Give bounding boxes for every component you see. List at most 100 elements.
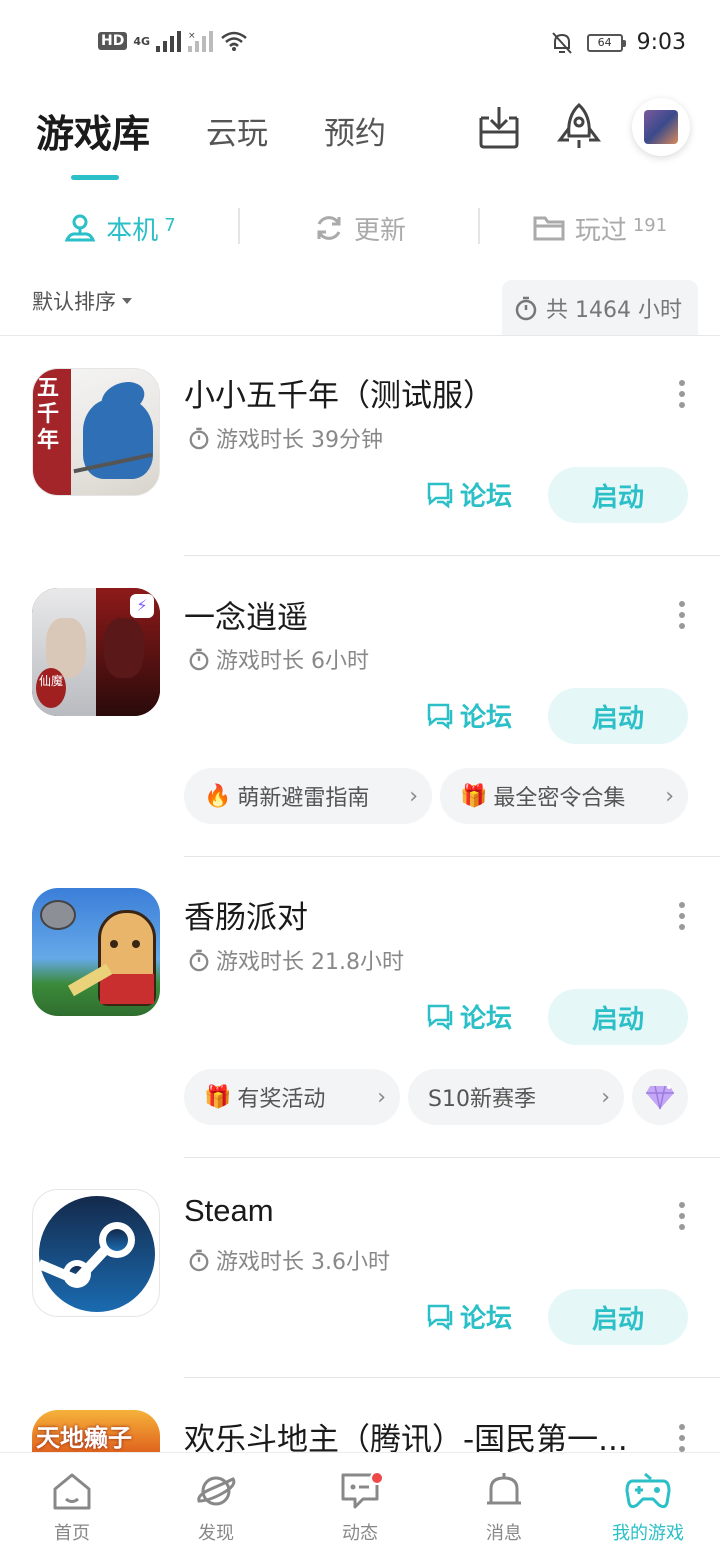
network-type: 4G (133, 34, 151, 48)
chevron-right-icon: › (409, 783, 418, 809)
divider (184, 1377, 720, 1378)
subtab-local-count: 7 (164, 214, 176, 236)
gem-button[interactable] (632, 1069, 688, 1125)
subtab-played-count: 191 (632, 214, 668, 236)
fire-icon: 🔥 (204, 783, 232, 809)
timer-icon (189, 427, 209, 450)
game-title: Steam (184, 1193, 274, 1228)
chevron-right-icon: › (601, 1084, 610, 1110)
subtab-played[interactable]: 玩过 191 (480, 200, 720, 256)
forum-label: 论坛 (460, 1304, 513, 1334)
planet-icon (197, 1476, 236, 1506)
nav-home-label: 首页 (54, 1523, 90, 1544)
status-bar: HD 4G × 64 9:03 (0, 0, 720, 90)
divider (184, 856, 720, 857)
launch-button[interactable]: 启动 (548, 1289, 688, 1345)
total-playtime-text: 共 1464 小时 (546, 298, 682, 323)
sort-dropdown[interactable]: 默认排序 (32, 286, 132, 316)
tab-reservations[interactable]: 预约 (324, 108, 386, 153)
timer-icon (189, 1249, 209, 1272)
status-right: 64 9:03 (551, 30, 686, 55)
launch-button[interactable]: 启动 (548, 989, 688, 1045)
forum-icon (427, 703, 453, 730)
gem-icon (646, 1085, 674, 1110)
avatar-image (644, 110, 678, 144)
game-icon (32, 888, 160, 1016)
game-playtime-text: 游戏时长 6小时 (216, 649, 369, 674)
gamepad-icon (625, 1472, 671, 1509)
forum-icon (427, 1304, 453, 1331)
nav-discover-label: 发现 (198, 1523, 234, 1544)
launch-button[interactable]: 启动 (548, 688, 688, 744)
game-icon: 仙魔 ⚡ (32, 588, 160, 716)
subtab-update[interactable]: 更新 (240, 200, 480, 256)
more-options-icon[interactable] (676, 1424, 688, 1452)
tab-game-library[interactable]: 游戏库 (36, 103, 150, 180)
timer-icon (515, 296, 537, 321)
game-playtime: 游戏时长 39分钟 (188, 422, 383, 454)
game-playtime-text: 游戏时长 3.6小时 (216, 1250, 390, 1275)
accelerator-button[interactable] (552, 100, 606, 154)
gift-icon: 🎁 (204, 1084, 232, 1110)
steam-logo-icon (37, 1196, 155, 1312)
refresh-icon (317, 216, 341, 240)
launch-button[interactable]: 启动 (548, 467, 688, 523)
divider (184, 1157, 720, 1158)
rocket-icon (557, 102, 601, 148)
codes-chip[interactable]: 🎁 最全密令合集 › (440, 768, 688, 824)
forum-icon (427, 482, 453, 509)
hd-icon: HD (98, 32, 128, 50)
forum-button[interactable]: 论坛 (426, 998, 512, 1035)
avatar[interactable] (632, 98, 690, 156)
more-options-icon[interactable] (676, 1202, 688, 1230)
bottom-nav: 首页 发现 动态 消息 我的游戏 (0, 1452, 720, 1560)
game-icon: 五千年 (32, 368, 160, 496)
battery-icon: 64 (586, 33, 626, 52)
chip-label: 最全密令合集 (493, 786, 626, 811)
divider (0, 335, 720, 336)
game-playtime-text: 游戏时长 39分钟 (216, 428, 383, 453)
nav-messages-label: 消息 (486, 1523, 522, 1544)
notification-dot (370, 1471, 384, 1485)
folder-icon (533, 216, 565, 241)
game-playtime: 游戏时长 21.8小时 (188, 944, 404, 976)
more-options-icon[interactable] (676, 902, 688, 930)
forum-button[interactable]: 论坛 (426, 697, 512, 734)
game-title: 一念逍遥 (184, 600, 308, 636)
clock: 9:03 (636, 30, 686, 55)
total-playtime: 共 1464 小时 (502, 280, 698, 336)
more-options-icon[interactable] (676, 380, 688, 408)
sort-label: 默认排序 (32, 290, 116, 314)
nav-discover[interactable]: 发现 (144, 1453, 288, 1560)
forum-icon (427, 1004, 453, 1031)
nav-my-games[interactable]: 我的游戏 (576, 1453, 720, 1560)
divider (184, 555, 720, 556)
tab-cloud-play[interactable]: 云玩 (206, 108, 268, 153)
subtab-local[interactable]: 本机 7 (0, 200, 240, 256)
nav-messages[interactable]: 消息 (432, 1453, 576, 1560)
game-icon: 天地癞子 (32, 1410, 160, 1452)
nav-feed[interactable]: 动态 (288, 1453, 432, 1560)
more-options-icon[interactable] (676, 601, 688, 629)
event-chip[interactable]: 🎁 有奖活动 › (184, 1069, 400, 1125)
chevron-right-icon: › (377, 1084, 386, 1110)
guide-chip[interactable]: 🔥 萌新避雷指南 › (184, 768, 432, 824)
subtab-divider (238, 208, 240, 244)
forum-button[interactable]: 论坛 (426, 476, 512, 513)
game-playtime-text: 游戏时长 21.8小时 (216, 950, 404, 975)
nav-feed-label: 动态 (342, 1523, 378, 1544)
bell-icon (487, 1473, 521, 1505)
nav-my-games-label: 我的游戏 (612, 1523, 684, 1544)
chip-label: S10新赛季 (428, 1087, 536, 1112)
sub-tabs: 本机 7 更新 玩过 191 (0, 200, 720, 256)
season-chip[interactable]: S10新赛季 › (408, 1069, 624, 1125)
home-icon (53, 1473, 91, 1510)
local-icon (64, 214, 96, 242)
forum-button[interactable]: 论坛 (426, 1298, 512, 1335)
download-button[interactable] (472, 100, 526, 154)
game-playtime: 游戏时长 3.6小时 (188, 1244, 390, 1276)
caret-down-icon (122, 298, 132, 304)
nav-home[interactable]: 首页 (0, 1453, 144, 1560)
timer-icon (189, 648, 209, 671)
status-left: HD 4G × (98, 30, 248, 52)
